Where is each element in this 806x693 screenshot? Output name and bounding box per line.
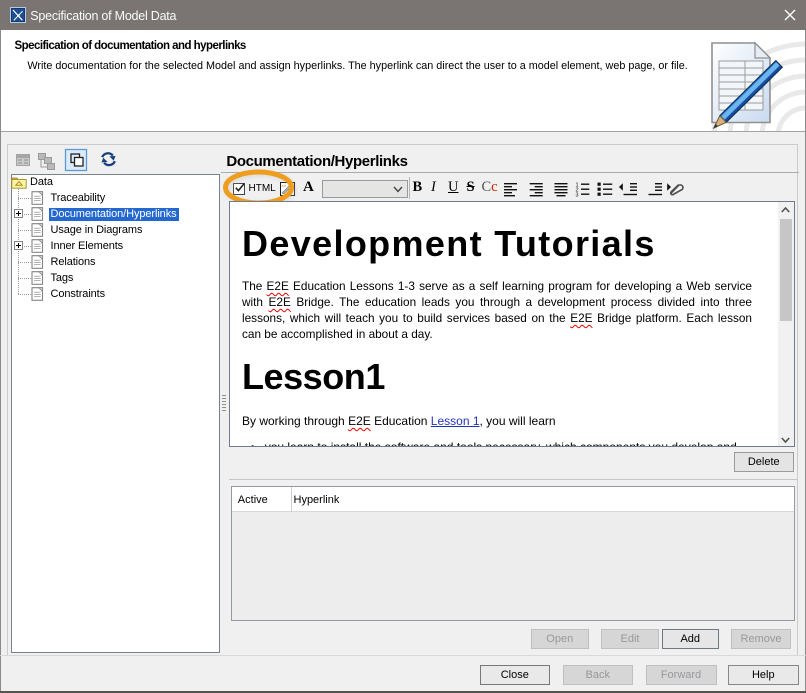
svg-text:3: 3 — [576, 192, 579, 197]
